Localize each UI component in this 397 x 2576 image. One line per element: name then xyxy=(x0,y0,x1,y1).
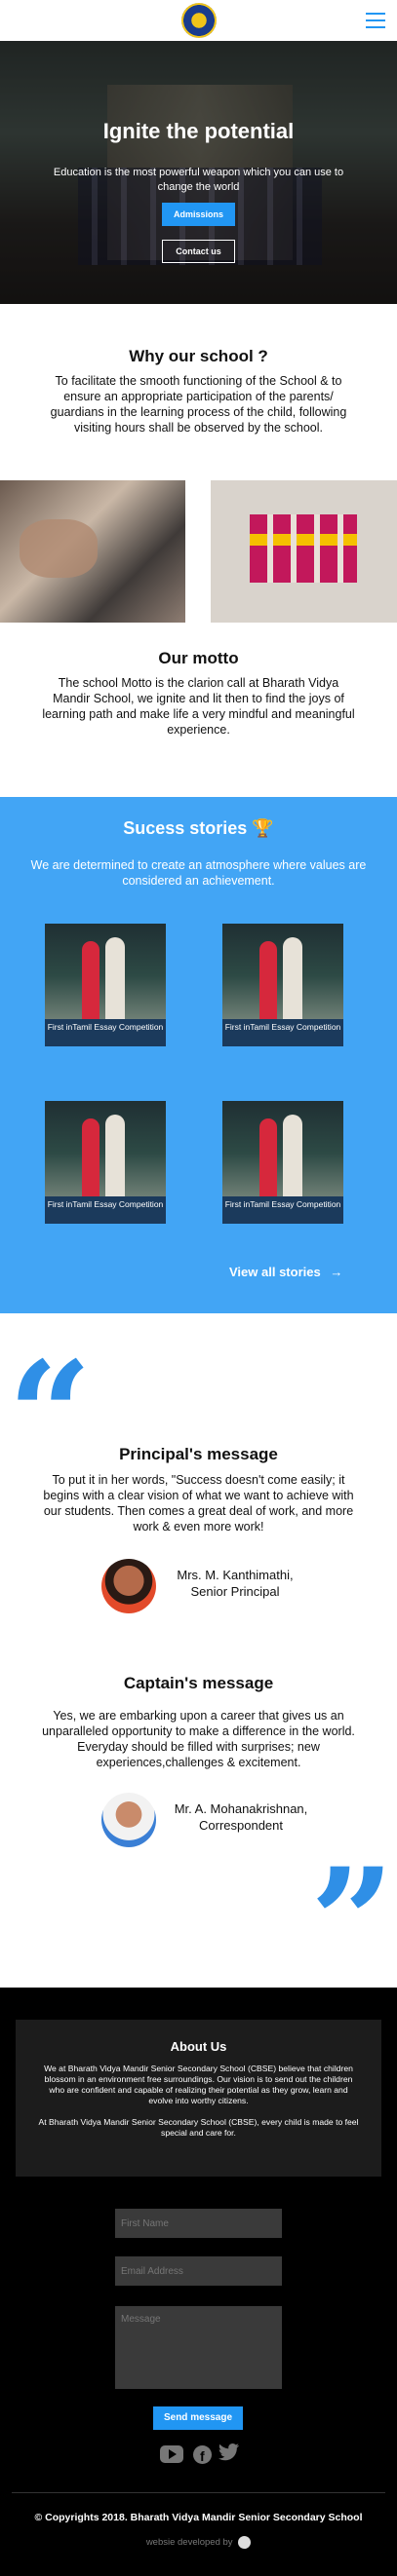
story-photo xyxy=(222,1101,343,1196)
why-text: To facilitate the smooth functioning of … xyxy=(50,374,347,435)
hero-subtitle: Education is the most powerful weapon wh… xyxy=(53,167,344,193)
success-text: We are determined to create an atmospher… xyxy=(30,858,367,888)
captain-text: Yes, we are embarking upon a career that… xyxy=(42,1709,355,1769)
hero-title: Ignite the potential xyxy=(102,119,295,143)
story-photo xyxy=(222,924,343,1019)
footer-divider xyxy=(12,2492,385,2493)
story-card[interactable]: First inTamil Essay Competition xyxy=(45,1101,166,1224)
why-title: Why our school ? xyxy=(129,347,268,365)
activity-photo xyxy=(211,480,397,623)
principal-avatar xyxy=(101,1559,156,1613)
principal-name: Mrs. M. Kanthimathi, xyxy=(177,1568,294,1582)
youtube-icon[interactable] xyxy=(160,2445,183,2468)
footer: About Us We at Bharath Vidya Mandir Seni… xyxy=(0,1988,397,2576)
twitter-icon[interactable] xyxy=(218,2443,240,2467)
motto-title: Our motto xyxy=(158,649,239,667)
school-emblem-icon[interactable] xyxy=(181,3,217,38)
view-all-label: View all stories xyxy=(229,1265,321,1279)
developer-credit: websie developed by xyxy=(0,2536,397,2549)
view-all-stories-link[interactable]: View all stories → xyxy=(229,1265,342,1279)
story-caption: First inTamil Essay Competition xyxy=(224,1022,341,1032)
message-field[interactable] xyxy=(115,2306,282,2389)
arrow-right-icon: → xyxy=(330,1265,343,1279)
svg-text:f: f xyxy=(200,2448,205,2464)
first-name-field[interactable] xyxy=(115,2209,282,2238)
success-title: Sucess stories 🏆 xyxy=(0,818,397,839)
story-card[interactable]: First inTamil Essay Competition xyxy=(222,924,343,1046)
principal-role: Senior Principal xyxy=(190,1584,280,1599)
copyright-text: © Copyrights 2018. Bharath Vidya Mandir … xyxy=(34,2512,363,2523)
story-caption: First inTamil Essay Competition xyxy=(47,1199,164,1209)
success-title-text: Sucess stories xyxy=(123,818,248,838)
hamburger-menu-icon[interactable] xyxy=(366,13,385,28)
principal-name-block: Mrs. M. Kanthimathi, Senior Principal xyxy=(172,1567,298,1600)
hero-banner: Ignite the potential Education is the mo… xyxy=(0,41,397,304)
developer-logo-icon[interactable] xyxy=(238,2536,252,2549)
header xyxy=(0,0,397,41)
captain-role: Correspondent xyxy=(199,1818,283,1833)
story-card[interactable]: First inTamil Essay Competition xyxy=(222,1101,343,1224)
about-text-2: At Bharath Vidya Mandir Senior Secondary… xyxy=(38,2117,359,2138)
story-caption: First inTamil Essay Competition xyxy=(224,1199,341,1209)
close-quote-icon: ” xyxy=(310,1837,395,2008)
captain-title: Captain's message xyxy=(123,1674,274,1692)
contact-us-button[interactable]: Contact us xyxy=(162,240,235,263)
about-title: About Us xyxy=(170,2039,227,2054)
success-stories-section: Sucess stories 🏆 We are determined to cr… xyxy=(0,797,397,1313)
story-card[interactable]: First inTamil Essay Competition xyxy=(45,924,166,1046)
captain-name-block: Mr. A. Mohanakrishnan, Correspondent xyxy=(168,1800,314,1834)
trophy-icon: 🏆 xyxy=(252,818,274,838)
facebook-icon[interactable]: f xyxy=(193,2445,212,2469)
principal-title: Principal's message xyxy=(119,1445,278,1463)
classroom-photo xyxy=(0,480,185,623)
about-text-1: We at Bharath Vidya Mandir Senior Second… xyxy=(44,2064,353,2105)
open-quote-icon: “ xyxy=(8,1330,93,1501)
motto-text: The school Motto is the clarion call at … xyxy=(42,676,355,737)
developed-by-text: websie developed by xyxy=(145,2537,233,2549)
admissions-button[interactable]: Admissions xyxy=(162,203,235,226)
send-message-button[interactable]: Send message xyxy=(153,2406,243,2430)
story-photo xyxy=(45,1101,166,1196)
about-us-box: About Us We at Bharath Vidya Mandir Seni… xyxy=(16,2020,381,2177)
captain-avatar xyxy=(101,1793,156,1847)
story-caption: First inTamil Essay Competition xyxy=(47,1022,164,1032)
email-field[interactable] xyxy=(115,2256,282,2286)
principal-text: To put it in her words, "Success doesn't… xyxy=(43,1473,354,1534)
captain-name: Mr. A. Mohanakrishnan, xyxy=(174,1801,308,1816)
story-photo xyxy=(45,924,166,1019)
